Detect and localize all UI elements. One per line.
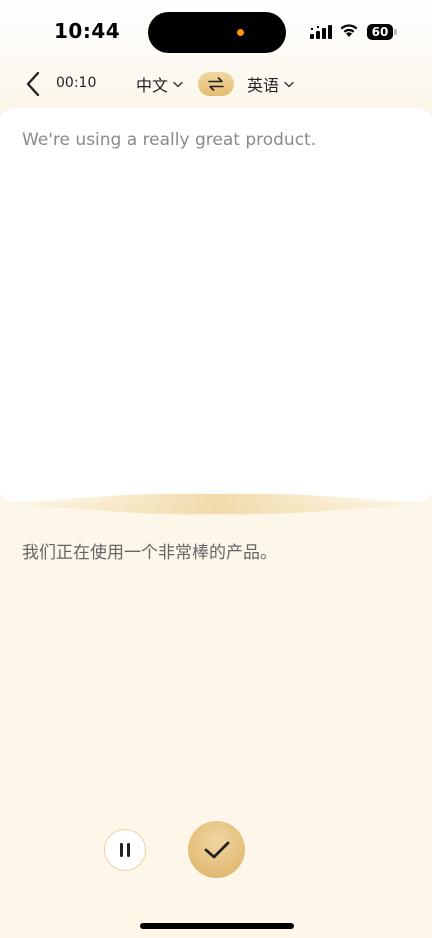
nav-bar: 00:10 中文 英语	[0, 62, 432, 106]
swap-languages-button[interactable]	[198, 72, 234, 96]
check-icon	[204, 841, 229, 858]
chevron-left-icon[interactable]	[20, 70, 48, 98]
confirm-button[interactable]	[188, 821, 245, 878]
battery-icon: 60	[367, 24, 397, 40]
dynamic-island	[148, 12, 286, 53]
translation-screen: 10:44 60 00:10 中文 英语 We're using a reall…	[0, 0, 432, 938]
source-text: We're using a really great product.	[22, 130, 317, 150]
cellular-signal-icon	[310, 25, 332, 39]
wave-divider	[0, 493, 432, 515]
battery-level: 60	[367, 24, 393, 40]
chevron-down-icon	[284, 81, 294, 87]
pause-button[interactable]	[104, 829, 146, 871]
chevron-down-icon	[173, 81, 183, 87]
swap-arrows-icon	[208, 77, 224, 91]
source-text-card[interactable]: We're using a really great product.	[0, 108, 432, 502]
home-indicator[interactable]	[140, 923, 294, 929]
battery-cap	[394, 29, 397, 35]
recording-timer: 00:10	[56, 75, 97, 91]
source-language-select[interactable]: 中文	[136, 72, 183, 96]
status-bar: 10:44 60	[0, 0, 432, 64]
pause-icon	[120, 843, 130, 857]
wifi-icon	[340, 24, 358, 37]
source-language-label: 中文	[136, 76, 169, 95]
target-language-select[interactable]: 英语	[247, 72, 294, 96]
translated-text: 我们正在使用一个非常棒的产品。	[22, 543, 277, 563]
target-language-label: 英语	[247, 76, 280, 95]
status-time: 10:44	[54, 19, 121, 43]
recording-indicator-dot	[237, 29, 244, 36]
